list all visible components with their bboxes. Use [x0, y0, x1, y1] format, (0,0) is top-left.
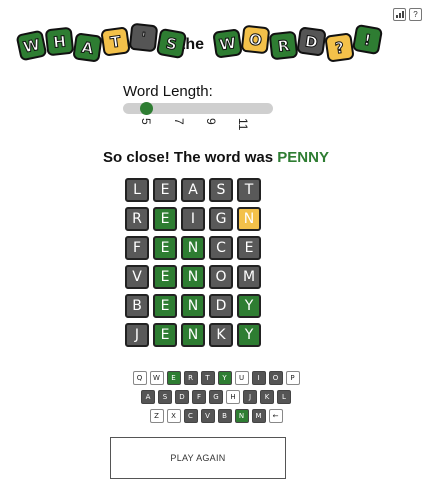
letter-tile: Y: [237, 294, 261, 318]
logo-letter-tile: !: [351, 23, 384, 56]
letter-tile: E: [153, 236, 177, 260]
letter-tile: E: [237, 236, 261, 260]
slider-tick-9: 9: [204, 118, 218, 125]
logo-letter-tile: R: [268, 30, 299, 61]
letter-tile: E: [153, 178, 177, 202]
guess-row: VENOM: [125, 265, 261, 289]
keyboard-row: ASDFGHJKL: [0, 390, 432, 404]
keyboard-key[interactable]: I: [251, 371, 266, 385]
keyboard-key[interactable]: N: [234, 409, 249, 423]
letter-tile: S: [209, 178, 233, 202]
letter-tile: E: [153, 294, 177, 318]
word-length-slider-handle[interactable]: [140, 102, 153, 115]
keyboard-key[interactable]: U: [234, 371, 249, 385]
logo-letter-tile: T: [100, 26, 131, 57]
slider-tick-5: 5: [139, 118, 153, 125]
logo-letter-tile: ?: [324, 32, 355, 63]
keyboard-key[interactable]: D: [175, 390, 189, 404]
keyboard-key[interactable]: W: [149, 371, 164, 385]
keyboard-key[interactable]: Q: [132, 371, 147, 385]
guess-row: LEAST: [125, 178, 261, 202]
keyboard-key[interactable]: K: [260, 390, 274, 404]
keyboard-key[interactable]: E: [166, 371, 181, 385]
letter-tile: N: [181, 294, 205, 318]
logo-letter-tile: H: [44, 26, 75, 57]
keyboard-key[interactable]: Z: [149, 409, 164, 423]
guess-row: BENDY: [125, 294, 261, 318]
letter-tile: V: [125, 265, 149, 289]
letter-tile: C: [209, 236, 233, 260]
letter-tile: K: [209, 323, 233, 347]
keyboard-key[interactable]: X: [166, 409, 181, 423]
keyboard-key[interactable]: Y: [217, 371, 232, 385]
guess-board: LEASTREIGNFENCEVENOMBENDYJENKY: [125, 178, 261, 352]
answer-word: PENNY: [277, 149, 329, 166]
keyboard-key[interactable]: C: [183, 409, 198, 423]
word-length-label: Word Length:: [123, 83, 213, 100]
keyboard-key[interactable]: S: [158, 390, 172, 404]
keyboard-key[interactable]: T: [200, 371, 215, 385]
guess-row: JENKY: [125, 323, 261, 347]
keyboard-key[interactable]: V: [200, 409, 215, 423]
logo-letter-tile: A: [72, 32, 103, 63]
letter-tile: O: [209, 265, 233, 289]
letter-tile: Y: [237, 323, 261, 347]
keyboard-key[interactable]: G: [209, 390, 223, 404]
keyboard-row: QWERTYUIOP: [0, 371, 432, 385]
logo-letter-tile: ': [128, 22, 159, 53]
letter-tile: M: [237, 265, 261, 289]
logo-letter-tile: D: [296, 26, 327, 57]
letter-tile: L: [125, 178, 149, 202]
letter-tile: E: [153, 207, 177, 231]
keyboard-key[interactable]: P: [285, 371, 300, 385]
help-icon[interactable]: ?: [409, 8, 422, 21]
letter-tile: T: [237, 178, 261, 202]
letter-tile: J: [125, 323, 149, 347]
logo-letter-tile: O: [240, 24, 271, 55]
keyboard-key[interactable]: J: [243, 390, 257, 404]
letter-tile: G: [209, 207, 233, 231]
slider-tick-7: 7: [172, 118, 186, 125]
result-message: So close! The word was PENNY: [0, 149, 432, 166]
letter-tile: N: [181, 265, 205, 289]
letter-tile: I: [181, 207, 205, 231]
letter-tile: F: [125, 236, 149, 260]
letter-tile: R: [125, 207, 149, 231]
slider-tick-11: 11: [236, 118, 250, 131]
keyboard-key[interactable]: R: [183, 371, 198, 385]
keyboard-key[interactable]: B: [217, 409, 232, 423]
letter-tile: A: [181, 178, 205, 202]
play-again-button[interactable]: PLAY AGAIN: [110, 437, 286, 479]
keyboard-key[interactable]: M: [251, 409, 266, 423]
logo-letter-tile: S: [155, 27, 188, 60]
keyboard-key[interactable]: H: [226, 390, 240, 404]
top-icons: ?: [393, 8, 422, 21]
keyboard-key[interactable]: A: [141, 390, 155, 404]
letter-tile: N: [181, 323, 205, 347]
on-screen-keyboard: Q W E R T Y U I O P A S D F G H J K L Z X C V B N M ←: [0, 371, 432, 428]
letter-tile: N: [181, 236, 205, 260]
keyboard-key[interactable]: L: [277, 390, 291, 404]
letter-tile: E: [153, 265, 177, 289]
result-message-text: So close! The word was: [103, 149, 278, 166]
stats-icon[interactable]: [393, 8, 406, 21]
logo-letter-tile: W: [15, 29, 48, 62]
backspace-key[interactable]: ←: [268, 409, 283, 423]
guess-row: REIGN: [125, 207, 261, 231]
keyboard-key[interactable]: F: [192, 390, 206, 404]
keyboard-key[interactable]: O: [268, 371, 283, 385]
logo-letter-tile: W: [212, 28, 243, 59]
game-logo: the W H A T ' S W O R D?!: [15, 22, 384, 74]
letter-tile: N: [237, 207, 261, 231]
letter-tile: B: [125, 294, 149, 318]
guess-row: FENCE: [125, 236, 261, 260]
letter-tile: D: [209, 294, 233, 318]
keyboard-row: Z X C V B N M ←: [0, 409, 432, 423]
letter-tile: E: [153, 323, 177, 347]
